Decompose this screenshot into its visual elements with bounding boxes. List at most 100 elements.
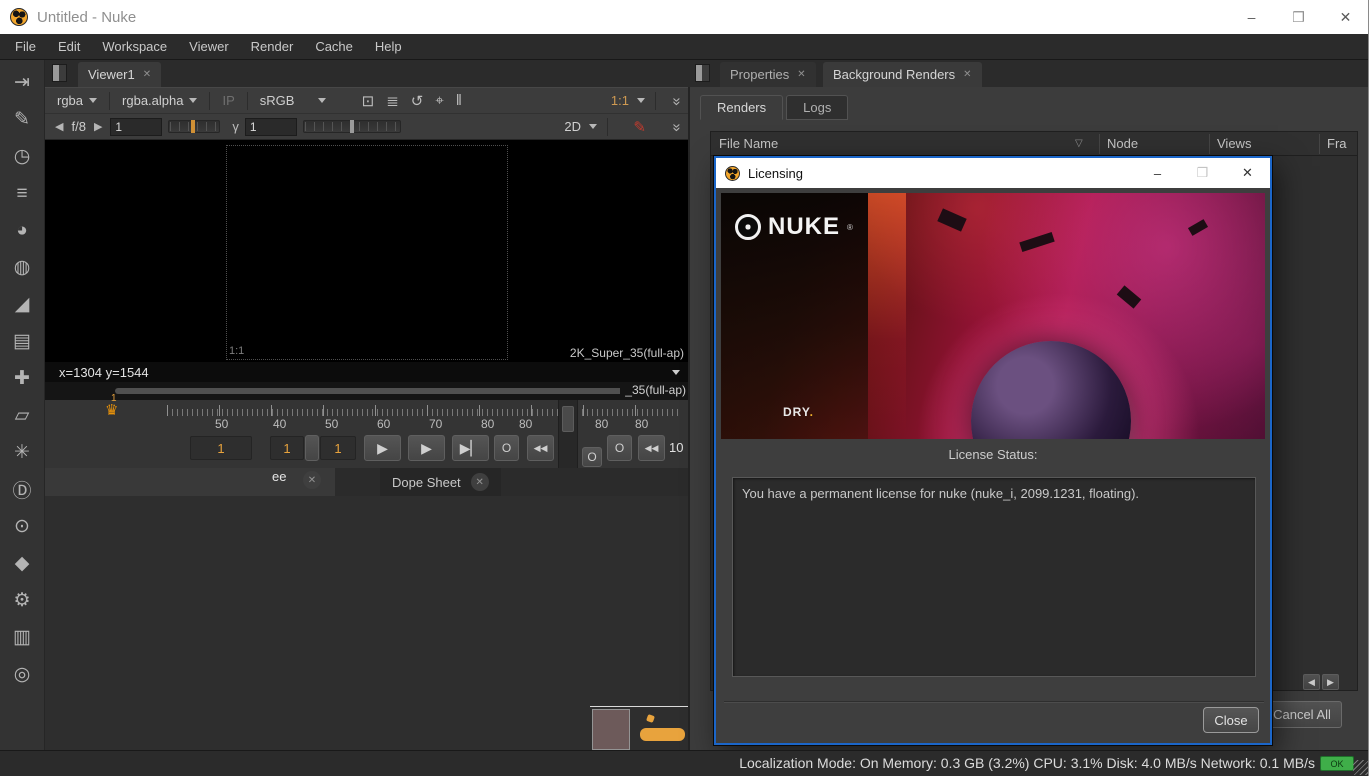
other-icon[interactable]: ▥ [0, 619, 45, 656]
column-views[interactable]: Views [1217, 136, 1251, 151]
keyer-icon[interactable]: ◢ [0, 286, 45, 323]
menu-render[interactable]: Render [240, 34, 305, 60]
zero-button[interactable]: O [607, 435, 632, 461]
roi-pencil-icon[interactable]: ✎ [633, 118, 646, 136]
gain-input[interactable] [110, 118, 162, 136]
menu-cache[interactable]: Cache [304, 34, 364, 60]
close-dialog-button[interactable]: Close [1203, 707, 1259, 733]
play-button[interactable]: ▶ [364, 435, 401, 461]
close-icon[interactable]: ✕ [963, 69, 971, 80]
gain-prev-icon[interactable]: ◀ [53, 120, 65, 133]
colorspace-dropdown[interactable]: sRGB [254, 91, 333, 110]
merge-icon[interactable]: ▤ [0, 323, 45, 360]
input-process-toggle[interactable]: IP [216, 91, 240, 110]
column-node[interactable]: Node [1107, 136, 1138, 151]
dialog-minimize-button[interactable]: – [1135, 158, 1180, 188]
tab-dope-sheet[interactable]: Dope Sheet ✕ [380, 468, 501, 496]
frame-field[interactable] [270, 436, 304, 460]
zoom-level-dropdown[interactable]: 1:1 [611, 93, 629, 108]
channel-icon[interactable]: ≡ [0, 175, 45, 212]
gamma-input[interactable] [245, 118, 297, 136]
gamma-slider[interactable] [303, 120, 401, 133]
layer-dropdown[interactable]: rgba.alpha [116, 91, 203, 110]
view-mode-dropdown[interactable]: 2D [564, 119, 581, 134]
time-icon[interactable]: ◷ [0, 138, 45, 175]
resize-grip[interactable] [1353, 760, 1368, 775]
image-icon[interactable]: ⇥ [0, 64, 45, 101]
tab-viewer1[interactable]: Viewer1 ✕ [78, 62, 161, 87]
viewer-toolbar-bottom: ◀ f/8 ▶ γ 2D ✎ » [45, 114, 688, 140]
play-step-button[interactable]: ▶ [408, 435, 445, 461]
pane-layout-icon[interactable] [52, 64, 67, 82]
scroll-left-icon[interactable]: ◀ [1303, 674, 1320, 690]
transform-icon[interactable]: ✚ [0, 360, 45, 397]
divider [724, 701, 1264, 703]
dialog-maximize-button[interactable]: ❒ [1180, 158, 1225, 188]
tab-renders[interactable]: Renders [700, 95, 783, 120]
pane-layout-icon[interactable] [695, 64, 710, 82]
rewind-button[interactable]: ◀◀ [527, 435, 554, 461]
node-graph-minimap[interactable] [590, 706, 688, 750]
frame-field[interactable] [190, 436, 252, 460]
filter-icon[interactable]: ◍ [0, 249, 45, 286]
chevron-down-icon [589, 124, 597, 129]
menu-help[interactable]: Help [364, 34, 413, 60]
maximize-button[interactable]: ❒ [1275, 0, 1322, 34]
refresh-icon[interactable]: ↺ [405, 92, 430, 110]
collapse-chevrons-icon[interactable]: » [668, 97, 685, 103]
3d-icon[interactable]: ▱ [0, 397, 45, 434]
menu-workspace[interactable]: Workspace [91, 34, 178, 60]
playhead-icon[interactable]: ♛ [105, 401, 118, 419]
roi-target-icon[interactable]: ⌖ [429, 92, 449, 109]
scroll-right-icon[interactable]: ▶ [1322, 674, 1339, 690]
plugins-icon[interactable]: ◎ [0, 656, 45, 693]
monitor-out-icon[interactable]: ⊡ [356, 92, 381, 110]
menu-viewer[interactable]: Viewer [178, 34, 240, 60]
goto-end-button[interactable]: ▶▏ [452, 435, 489, 461]
channel-stack-icon[interactable]: ≣ [380, 92, 405, 110]
close-icon[interactable]: ✕ [143, 69, 151, 80]
zero-button[interactable]: O [494, 435, 519, 461]
dialog-close-button[interactable]: ✕ [1225, 158, 1270, 188]
chevron-down-icon[interactable] [672, 370, 680, 375]
minimize-button[interactable]: – [1228, 0, 1275, 34]
viewer-canvas[interactable]: 1:1 2K_Super_35(full-ap) [45, 140, 688, 362]
menu-file[interactable]: File [4, 34, 47, 60]
particles-icon[interactable]: ✳ [0, 434, 45, 471]
tab-background-renders[interactable]: Background Renders ✕ [823, 62, 982, 87]
pause-icon[interactable]: ‖ [450, 92, 468, 109]
node-graph-node[interactable] [592, 709, 630, 750]
gain-slider[interactable] [168, 120, 220, 133]
timeline-splitter[interactable] [558, 400, 578, 468]
scroll-bar[interactable] [115, 388, 655, 394]
close-icon[interactable]: ✕ [797, 69, 805, 80]
column-file-name[interactable]: File Name [719, 136, 778, 151]
rewind-button[interactable]: ◀◀ [638, 435, 665, 461]
split-handle[interactable] [305, 435, 319, 461]
column-frames[interactable]: Fra [1327, 136, 1347, 151]
metadata-icon[interactable]: ◆ [0, 545, 45, 582]
cancel-all-button[interactable]: Cancel All [1262, 701, 1342, 728]
tab-logs[interactable]: Logs [786, 95, 848, 120]
tab-properties[interactable]: Properties ✕ [720, 62, 816, 87]
draw-icon[interactable]: ✎ [0, 101, 45, 138]
timeline-ruler[interactable] [167, 405, 679, 416]
collapse-chevrons-icon[interactable]: » [668, 123, 685, 129]
color-icon[interactable]: ◕ [0, 212, 45, 249]
toolsets-icon[interactable]: ⚙ [0, 582, 45, 619]
views-icon[interactable]: ⊙ [0, 508, 45, 545]
menu-edit[interactable]: Edit [47, 34, 91, 60]
sort-icon[interactable]: ▽ [1075, 138, 1083, 149]
zero-button[interactable]: O [582, 447, 602, 467]
ruler-number: 50 [215, 417, 228, 431]
chevron-down-icon [637, 98, 645, 103]
channels-dropdown[interactable]: rgba [51, 91, 103, 110]
close-icon[interactable]: ✕ [471, 473, 489, 491]
chevron-down-icon [318, 98, 326, 103]
close-button[interactable]: ✕ [1322, 0, 1369, 34]
close-icon[interactable]: ✕ [303, 471, 321, 489]
gain-next-icon[interactable]: ▶ [92, 120, 104, 133]
viewer-node[interactable] [640, 728, 685, 741]
deep-icon[interactable]: Ⓓ [0, 471, 45, 508]
frame-field[interactable] [320, 436, 356, 460]
